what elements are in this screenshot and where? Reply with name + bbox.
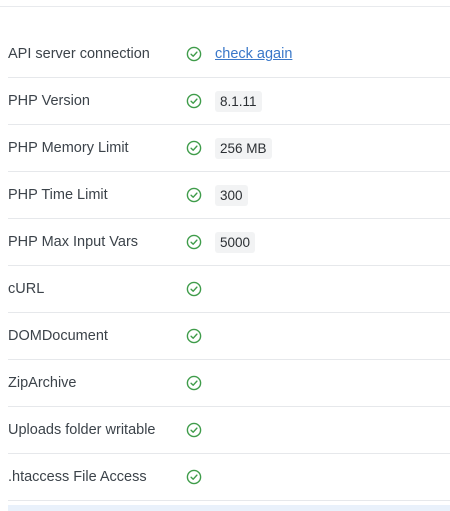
check-circle-icon <box>186 93 202 109</box>
php-version-value: 8.1.11 <box>215 90 262 112</box>
check-circle-icon <box>186 422 202 438</box>
status-row-htaccess: .htaccess File Access <box>8 454 450 501</box>
check-circle-icon <box>186 328 202 344</box>
status-row-php-memory-limit: PHP Memory Limit 256 MB <box>8 125 450 172</box>
check-circle-icon <box>186 187 202 203</box>
status-label: .htaccess File Access <box>8 469 147 485</box>
check-again-link[interactable]: check again <box>215 46 292 62</box>
status-label: PHP Time Limit <box>8 187 108 203</box>
status-row-php-version: PHP Version 8.1.11 <box>8 78 450 125</box>
status-label: DOMDocument <box>8 328 108 344</box>
status-label: PHP Version <box>8 93 90 109</box>
check-circle-icon <box>186 281 202 297</box>
status-label: API server connection <box>8 46 150 62</box>
status-label: PHP Max Input Vars <box>8 234 139 250</box>
status-row-ziparchive: ZipArchive <box>8 360 450 407</box>
status-label: cURL <box>8 281 45 297</box>
check-circle-icon <box>186 46 202 62</box>
system-status-panel: API server connection check again PHP Ve… <box>0 0 450 511</box>
status-label: PHP Memory Limit <box>8 140 129 156</box>
status-row-domdocument: DOMDocument <box>8 313 450 360</box>
php-time-limit-value: 300 <box>215 184 248 206</box>
next-panel-edge <box>8 505 450 511</box>
status-row-php-time-limit: PHP Time Limit 300 <box>8 172 450 219</box>
status-label: Uploads folder writable <box>8 422 156 438</box>
check-circle-icon <box>186 140 202 156</box>
status-row-curl: cURL <box>8 266 450 313</box>
check-circle-icon <box>186 234 202 250</box>
top-divider <box>0 6 450 7</box>
php-max-input-vars-value: 5000 <box>215 231 256 253</box>
check-circle-icon <box>186 375 202 391</box>
status-row-api-server: API server connection check again <box>8 31 450 78</box>
php-memory-limit-value: 256 MB <box>215 137 272 159</box>
check-circle-icon <box>186 469 202 485</box>
status-label: ZipArchive <box>8 375 77 391</box>
status-table: API server connection check again PHP Ve… <box>8 31 450 501</box>
status-row-uploads-writable: Uploads folder writable <box>8 407 450 454</box>
status-row-php-max-input-vars: PHP Max Input Vars 5000 <box>8 219 450 266</box>
